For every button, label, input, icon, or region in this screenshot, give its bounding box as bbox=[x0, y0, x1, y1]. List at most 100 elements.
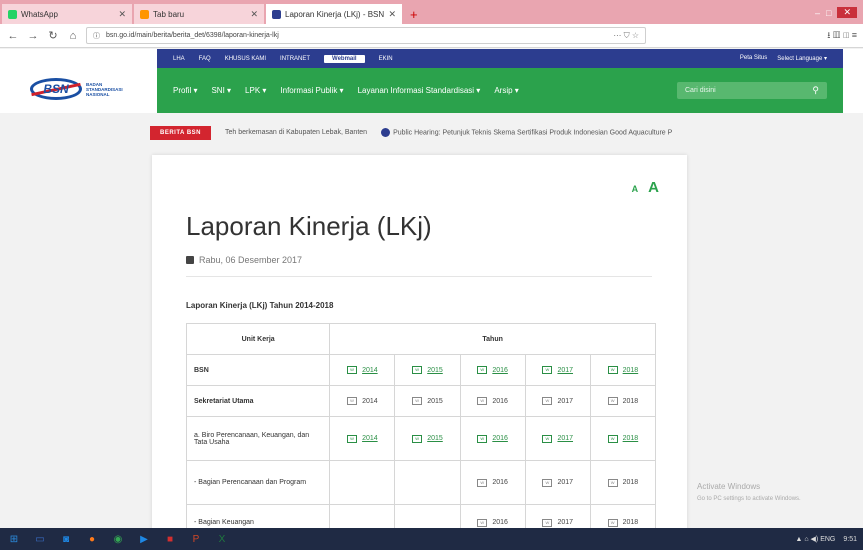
report-link-2015[interactable]: W 2015 bbox=[412, 397, 443, 405]
taskbar-items: ⊞ ▭ ◙ ● ◉ ▶ ■ P X bbox=[6, 531, 230, 547]
document-icon: W bbox=[607, 478, 618, 487]
report-year: 2018 bbox=[622, 479, 639, 486]
taskbar-firefox-icon[interactable]: ● bbox=[84, 531, 100, 547]
report-link-2015[interactable]: W 2015 bbox=[412, 366, 443, 374]
menu-arsip[interactable]: Arsip ▾ bbox=[494, 86, 518, 95]
report-link-2014[interactable]: W 2014 bbox=[347, 366, 378, 374]
close-icon[interactable]: ✕ bbox=[388, 9, 396, 20]
document-icon: W bbox=[412, 366, 423, 374]
topmenu-item-faq[interactable]: FAQ bbox=[199, 56, 211, 62]
report-link-2015[interactable]: W 2015 bbox=[412, 434, 443, 443]
sitemap-link[interactable]: Peta Situs bbox=[740, 55, 767, 62]
close-icon[interactable]: ✕ bbox=[118, 9, 126, 20]
tab-laporan-kinerja[interactable]: Laporan Kinerja (LKj) - BSN - Badan Stan… bbox=[266, 4, 402, 24]
reload-icon[interactable]: ↻ bbox=[46, 29, 60, 42]
report-link-2018[interactable]: W 2018 bbox=[607, 366, 638, 374]
report-year: 2017 bbox=[557, 519, 574, 526]
close-window-button[interactable]: ✕ bbox=[837, 7, 857, 18]
forward-icon[interactable]: → bbox=[26, 30, 40, 42]
report-link-2016[interactable]: W 2016 bbox=[477, 366, 508, 374]
report-link-2018[interactable]: W 2018 bbox=[607, 434, 638, 443]
report-year: 2016 bbox=[492, 366, 508, 374]
report-link-2017[interactable]: W 2017 bbox=[542, 478, 574, 487]
document-icon: W bbox=[477, 518, 488, 527]
topmenu-item-lha[interactable]: LHA bbox=[173, 56, 185, 62]
report-link-2018[interactable]: W 2018 bbox=[607, 518, 638, 527]
report-link-2018[interactable]: W 2018 bbox=[607, 397, 638, 405]
menu-informasi-publik[interactable]: Informasi Publik ▾ bbox=[280, 86, 343, 95]
taskbar-task-view-icon[interactable]: ▭ bbox=[32, 531, 48, 547]
report-link-2017[interactable]: W 2017 bbox=[542, 366, 573, 374]
topmenu-item-intranet[interactable]: INTRANET bbox=[280, 56, 310, 62]
document-icon: W bbox=[412, 397, 423, 405]
tab-new[interactable]: Tab baru ✕ bbox=[134, 4, 264, 24]
menu-profil[interactable]: Profil ▾ bbox=[173, 86, 197, 95]
report-link-2017[interactable]: W 2017 bbox=[542, 518, 574, 527]
address-bar[interactable]: ⓘ bsn.go.id/main/berita/berita_det/6398/… bbox=[86, 27, 646, 44]
bullet-icon bbox=[381, 128, 391, 137]
decrease-font-button[interactable]: A bbox=[632, 184, 639, 194]
document-icon: W bbox=[542, 478, 553, 487]
minimize-button[interactable]: – bbox=[815, 8, 820, 18]
back-icon[interactable]: ← bbox=[6, 30, 20, 42]
maximize-button[interactable]: □ bbox=[826, 8, 831, 18]
taskbar-powerpoint-icon[interactable]: P bbox=[188, 531, 204, 547]
bsn-logo-mark: BSN bbox=[30, 78, 82, 100]
taskbar-excel-icon[interactable]: X bbox=[214, 531, 230, 547]
year-cell bbox=[329, 460, 396, 505]
tab-title: WhatsApp bbox=[21, 9, 58, 19]
report-link-2014[interactable]: W 2014 bbox=[347, 434, 378, 443]
logo-text: BSN bbox=[43, 82, 69, 96]
menu-sni[interactable]: SNI ▾ bbox=[211, 86, 231, 95]
report-link-2014[interactable]: W 2014 bbox=[347, 397, 378, 405]
calendar-icon bbox=[186, 256, 194, 264]
topmenu-item-webmail[interactable]: Webmail bbox=[324, 54, 365, 63]
topmenu-item-ekin[interactable]: EKIN bbox=[379, 56, 393, 62]
site-header: BSN BADAN STANDARDISASI NASIONAL LHA FAQ… bbox=[0, 49, 863, 113]
report-year: 2015 bbox=[427, 397, 443, 405]
table-header-row: Unit Kerja Tahun bbox=[185, 323, 656, 355]
table-row: - Bagian Perencanaan dan Program W 2016 W 20… bbox=[185, 460, 657, 505]
table-caption: Laporan Kinerja (LKj) Tahun 2014-2018 bbox=[186, 301, 334, 310]
document-icon: W bbox=[347, 434, 358, 443]
menu-layanan-informasi[interactable]: Layanan Informasi Standardisasi ▾ bbox=[358, 86, 481, 95]
info-icon[interactable]: ⓘ bbox=[93, 31, 100, 41]
menu-lpk[interactable]: LPK ▾ bbox=[245, 86, 266, 95]
year-cell: W 2016 bbox=[459, 354, 526, 386]
taskbar-chrome-icon[interactable]: ◉ bbox=[110, 531, 126, 547]
clock[interactable]: 9:51 bbox=[843, 536, 857, 543]
new-tab-button[interactable]: + bbox=[402, 4, 426, 24]
increase-font-button[interactable]: A bbox=[648, 179, 659, 196]
toolbar-icons[interactable]: ⭳ ▥ ◫ ≡ bbox=[827, 28, 857, 44]
report-link-2016[interactable]: W 2016 bbox=[477, 397, 508, 405]
tab-whatsapp[interactable]: WhatsApp ✕ bbox=[2, 4, 132, 24]
taskbar-acrobat-icon[interactable]: ■ bbox=[162, 531, 178, 547]
search-input[interactable]: Cari disini ⚲ bbox=[677, 82, 827, 99]
report-link-2017[interactable]: W 2017 bbox=[542, 434, 573, 443]
report-link-2016[interactable]: W 2016 bbox=[477, 434, 508, 443]
search-icon[interactable]: ⚲ bbox=[812, 85, 819, 96]
tab-favicon-icon bbox=[140, 9, 149, 19]
document-icon: W bbox=[542, 366, 553, 374]
report-link-2017[interactable]: W 2017 bbox=[542, 397, 573, 405]
taskbar-start-icon[interactable]: ⊞ bbox=[6, 531, 22, 547]
language-select[interactable]: Select Language ▾ bbox=[777, 55, 827, 62]
year-cell: W 2016 bbox=[459, 385, 526, 417]
report-link-2016[interactable]: W 2016 bbox=[477, 478, 508, 487]
document-icon: W bbox=[412, 434, 423, 443]
ticker-item[interactable]: Public Hearing: Petunjuk Teknis Skema Se… bbox=[381, 128, 672, 137]
ticker-item[interactable]: Teh berkemasan di Kabupaten Lebak, Bante… bbox=[225, 129, 367, 136]
report-year: 2017 bbox=[557, 366, 574, 374]
topmenu-item-khusus[interactable]: KHUSUS KAMI bbox=[225, 56, 266, 62]
report-year: 2017 bbox=[557, 479, 574, 486]
report-link-2018[interactable]: W 2018 bbox=[607, 478, 639, 487]
taskbar-media-icon[interactable]: ▶ bbox=[136, 531, 152, 547]
tray-icons[interactable]: ▲ ⌂ ◀) ENG bbox=[796, 535, 836, 543]
bsn-logo[interactable]: BSN BADAN STANDARDISASI NASIONAL bbox=[30, 78, 126, 100]
taskbar-app1-icon[interactable]: ◙ bbox=[58, 531, 74, 547]
year-cell: W 2017 bbox=[524, 354, 591, 386]
url-tools[interactable]: ⋯ ⛉ ☆ bbox=[613, 31, 639, 41]
report-link-2016[interactable]: W 2016 bbox=[477, 518, 508, 527]
home-icon[interactable]: ⌂ bbox=[66, 30, 80, 42]
close-icon[interactable]: ✕ bbox=[250, 9, 258, 20]
